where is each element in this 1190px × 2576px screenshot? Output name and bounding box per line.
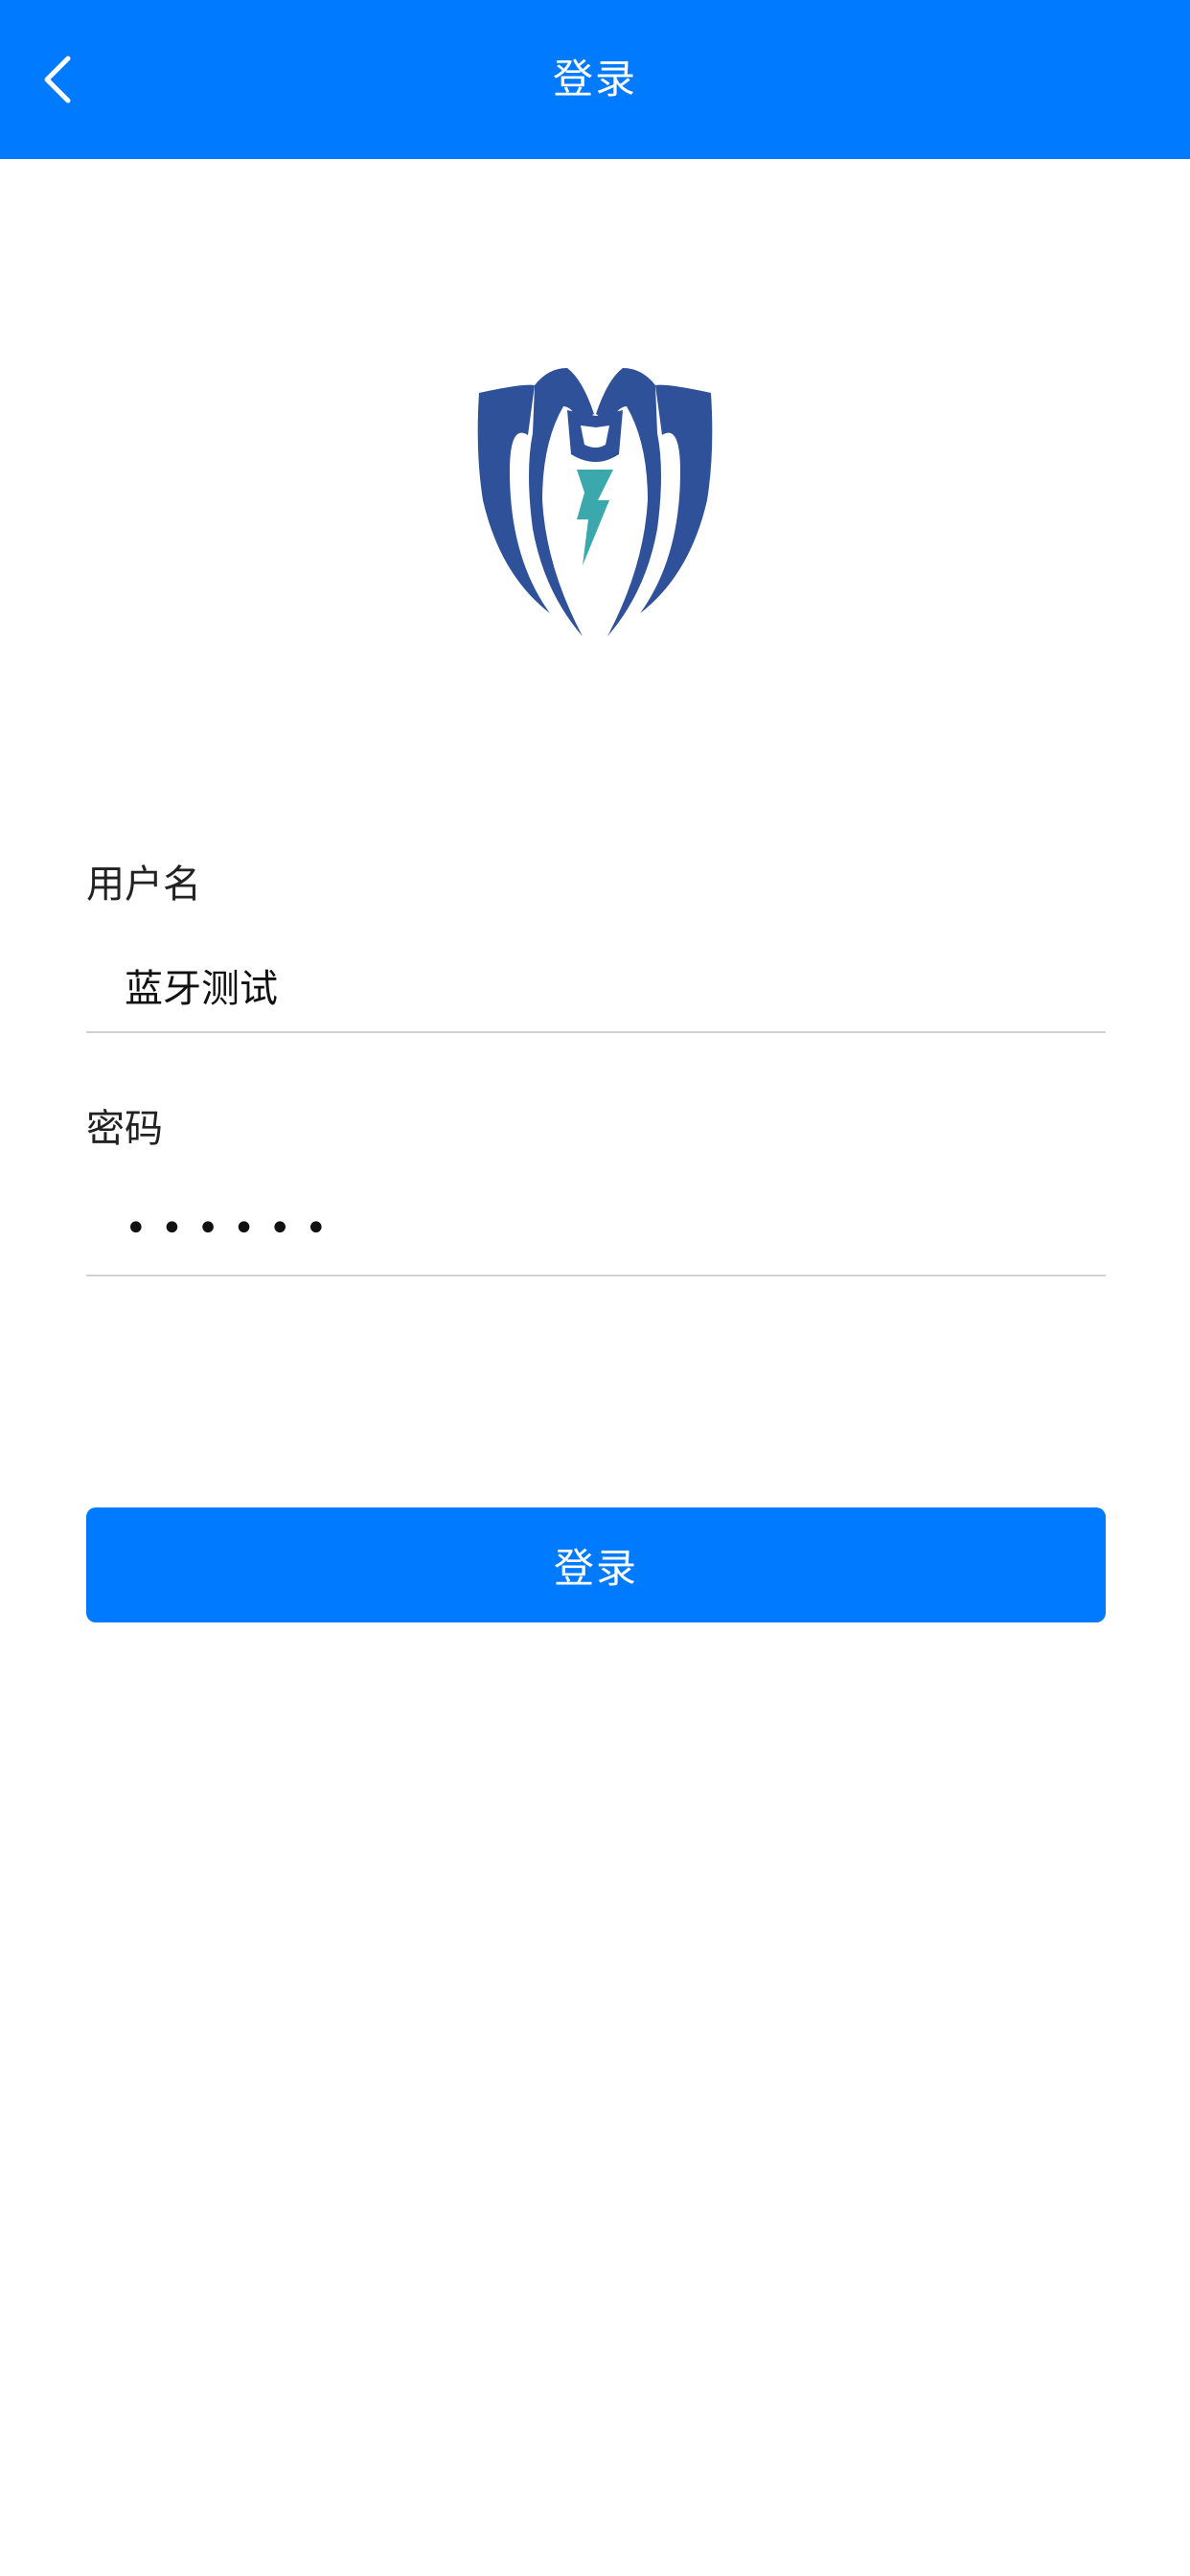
navigation-bar: 登录 (0, 0, 1190, 159)
app-logo (475, 366, 715, 644)
chevron-left-icon (44, 56, 71, 104)
spider-lightning-logo-icon (477, 368, 713, 636)
password-label: 密码 (86, 1107, 163, 1151)
page-title: 登录 (552, 56, 637, 103)
password-input[interactable] (86, 1183, 1106, 1276)
username-input[interactable] (86, 939, 1106, 1033)
login-button[interactable]: 登录 (86, 1507, 1106, 1622)
login-page: 登录 用户名 密码 登录 (0, 0, 1190, 2576)
back-button[interactable] (23, 38, 92, 121)
username-label: 用户名 (86, 862, 201, 907)
